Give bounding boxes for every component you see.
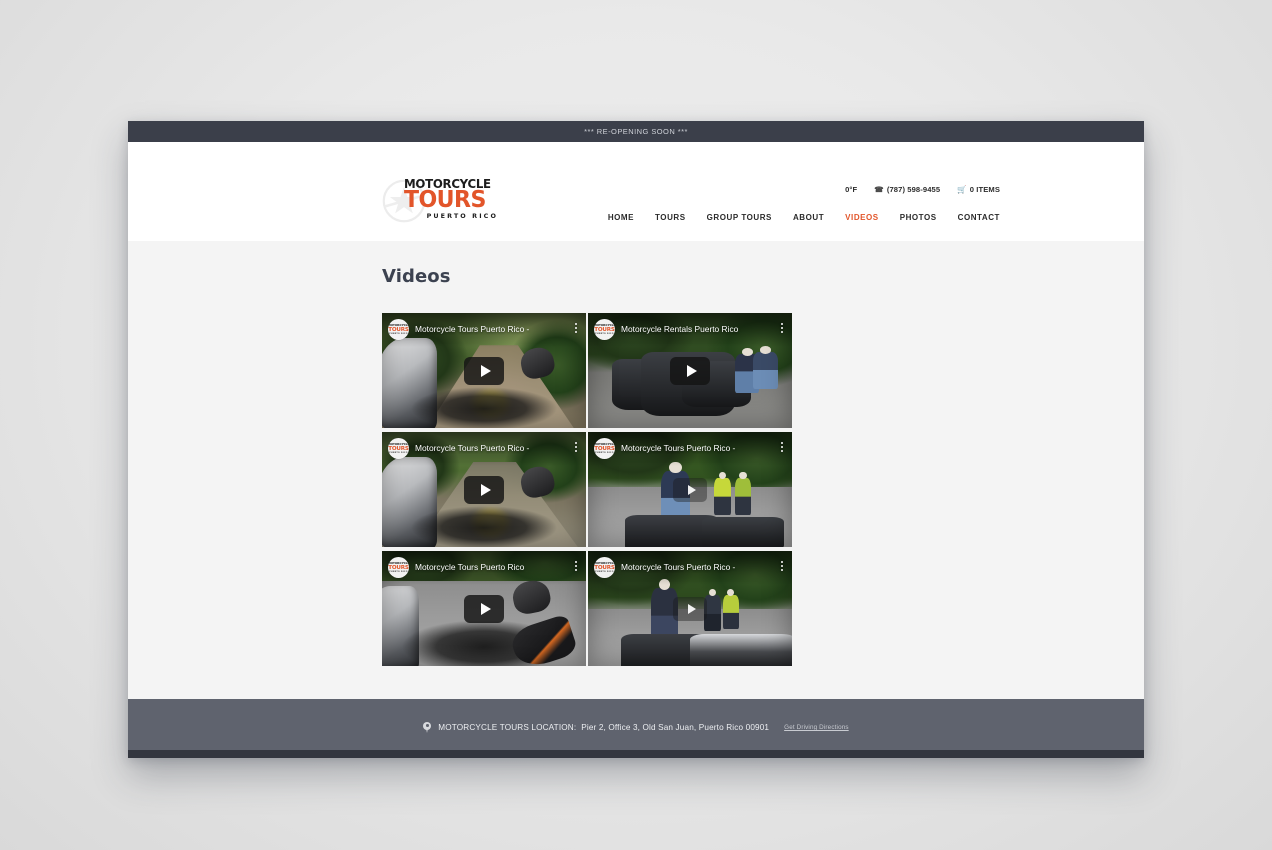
logo-line-3: PUERTO RICO — [426, 212, 498, 220]
footer-location-row: MOTORCYCLE TOURS LOCATION: Pier 2, Offic… — [128, 722, 1144, 733]
announcement-text: *** RE-OPENING SOON *** — [584, 127, 688, 136]
play-button-3[interactable] — [464, 475, 504, 504]
play-button-2[interactable] — [670, 356, 710, 385]
more-options-icon-6[interactable] — [777, 561, 787, 571]
phone-number: (787) 598-9455 — [886, 185, 941, 194]
video-header-5: MOTORCYCLE TOURS PUERTO RICO Motorcycle To… — [382, 551, 586, 585]
video-header-2: MOTORCYCLE TOURS PUERTO RICO Motorcycle Re… — [588, 313, 792, 347]
more-options-icon-2[interactable] — [777, 323, 787, 333]
site-footer: MOTORCYCLE TOURS LOCATION: Pier 2, Offic… — [128, 699, 1144, 758]
cart-count: 0 ITEMS — [969, 185, 1000, 194]
channel-avatar-2: MOTORCYCLE TOURS PUERTO RICO — [594, 319, 615, 340]
nav-item-group-tours[interactable]: GROUP TOURS — [707, 213, 772, 222]
play-button-5[interactable] — [464, 594, 504, 623]
video-title-3[interactable]: Motorcycle Tours Puerto Rico - — [415, 442, 571, 454]
video-header-1: MOTORCYCLE TOURS PUERTO RICO Motorcycle To… — [382, 313, 586, 347]
nav-item-tours[interactable]: TOURS — [655, 213, 686, 222]
nav-item-photos[interactable]: PHOTOS — [900, 213, 937, 222]
video-title-5[interactable]: Motorcycle Tours Puerto Rico — [415, 561, 571, 573]
more-options-icon-4[interactable] — [777, 442, 787, 452]
temperature-value: 0°F — [845, 185, 858, 194]
channel-avatar-5: MOTORCYCLE TOURS PUERTO RICO — [388, 557, 409, 578]
logo-line-2: TOURS — [404, 187, 486, 213]
channel-avatar-4: MOTORCYCLE TOURS PUERTO RICO — [594, 438, 615, 459]
video-header-4: MOTORCYCLE TOURS PUERTO RICO Motorcycle To… — [588, 432, 792, 466]
nav-item-about[interactable]: ABOUT — [793, 213, 824, 222]
video-header-6: MOTORCYCLE TOURS PUERTO RICO Motorcycle To… — [588, 551, 792, 585]
phone-link[interactable]: ☎ (787) 598-9455 — [874, 185, 940, 194]
nav-item-videos[interactable]: VIDEOS — [845, 213, 879, 222]
video-grid: MOTORCYCLE TOURS PUERTO RICO Motorcycle To… — [382, 313, 792, 666]
logo-wordmark: MOTORCYCLE TOURS PUERTO RICO — [404, 177, 502, 220]
play-button-1[interactable] — [464, 356, 504, 385]
main-navigation: HOME TOURS GROUP TOURS ABOUT VIDEOS PHOT… — [608, 213, 1000, 222]
channel-avatar-3: MOTORCYCLE TOURS PUERTO RICO — [388, 438, 409, 459]
site-page: *** RE-OPENING SOON *** MOTORCYCLE TOURS… — [128, 121, 1144, 758]
video-thumbnail-3[interactable]: MOTORCYCLE TOURS PUERTO RICO Motorcycle To… — [382, 432, 586, 547]
footer-location-label: MOTORCYCLE TOURS LOCATION: — [438, 723, 577, 732]
video-title-4[interactable]: Motorcycle Tours Puerto Rico - — [621, 442, 777, 454]
footer-bottom-bar — [128, 750, 1144, 758]
footer-address: Pier 2, Office 3, Old San Juan, Puerto R… — [581, 723, 770, 732]
more-options-icon-3[interactable] — [571, 442, 581, 452]
cart-icon: 🛒 — [957, 184, 967, 194]
video-thumbnail-6[interactable]: MOTORCYCLE TOURS PUERTO RICO Motorcycle To… — [588, 551, 792, 666]
video-title-6[interactable]: Motorcycle Tours Puerto Rico - — [621, 561, 777, 573]
video-thumbnail-4[interactable]: MOTORCYCLE TOURS PUERTO RICO Motorcycle To… — [588, 432, 792, 547]
page-title: Videos — [382, 266, 451, 287]
cart-link[interactable]: 🛒 0 ITEMS — [957, 185, 1000, 194]
video-header-3: MOTORCYCLE TOURS PUERTO RICO Motorcycle To… — [382, 432, 586, 466]
location-pin-icon — [423, 722, 432, 733]
site-header: MOTORCYCLE TOURS PUERTO RICO 0°F ☎ (787)… — [128, 142, 1144, 241]
nav-item-contact[interactable]: CONTACT — [958, 213, 1000, 222]
announcement-bar: *** RE-OPENING SOON *** — [128, 121, 1144, 142]
video-thumbnail-2[interactable]: MOTORCYCLE TOURS PUERTO RICO Motorcycle Re… — [588, 313, 792, 428]
more-options-icon-5[interactable] — [571, 561, 581, 571]
phone-icon: ☎ — [874, 184, 884, 194]
channel-avatar-6: MOTORCYCLE TOURS PUERTO RICO — [594, 557, 615, 578]
video-title-1[interactable]: Motorcycle Tours Puerto Rico - — [415, 323, 571, 335]
play-button-4[interactable] — [673, 477, 707, 502]
play-button-6[interactable] — [673, 596, 707, 621]
video-title-2[interactable]: Motorcycle Rentals Puerto Rico — [621, 323, 777, 335]
more-options-icon-1[interactable] — [571, 323, 581, 333]
get-driving-directions-link[interactable]: Get Driving Directions — [784, 724, 849, 731]
temperature-display: 0°F — [845, 185, 857, 194]
site-logo[interactable]: MOTORCYCLE TOURS PUERTO RICO — [382, 177, 500, 225]
video-thumbnail-1[interactable]: MOTORCYCLE TOURS PUERTO RICO Motorcycle To… — [382, 313, 586, 428]
nav-item-home[interactable]: HOME — [608, 213, 634, 222]
video-thumbnail-5[interactable]: MOTORCYCLE TOURS PUERTO RICO Motorcycle To… — [382, 551, 586, 666]
channel-avatar-1: MOTORCYCLE TOURS PUERTO RICO — [388, 319, 409, 340]
header-utility-bar: 0°F ☎ (787) 598-9455 🛒 0 ITEMS — [845, 185, 1000, 194]
main-content: Videos MOTORCYCLE TOURS PUERTO RICO Moto… — [128, 241, 1144, 699]
